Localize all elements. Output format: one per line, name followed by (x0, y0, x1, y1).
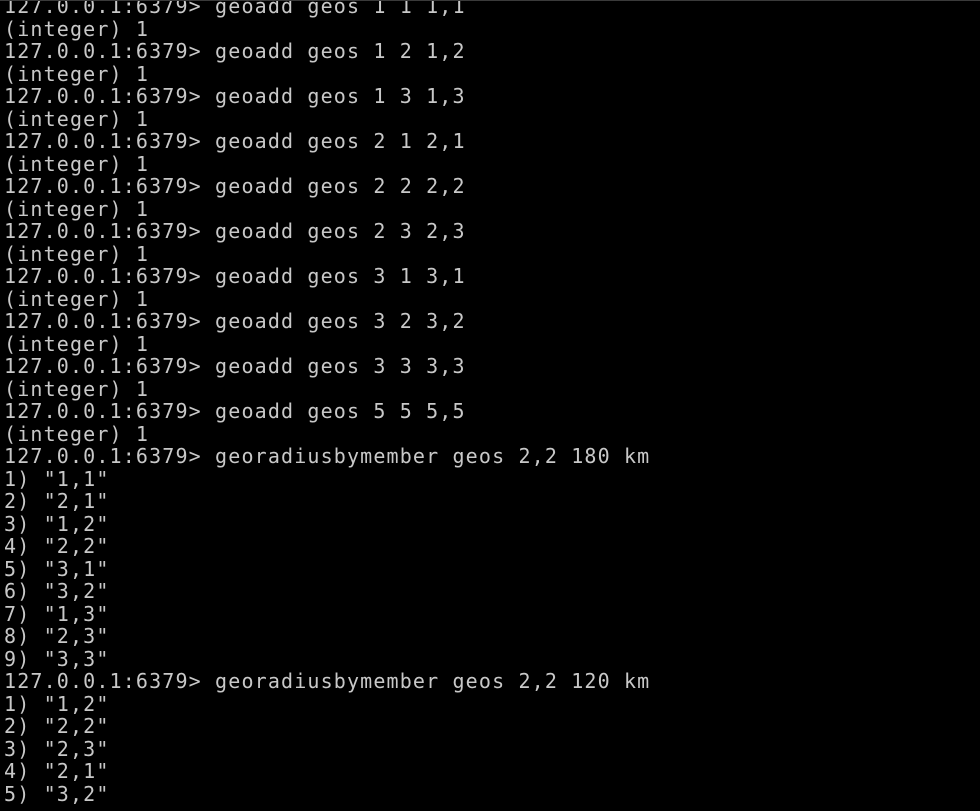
terminal-line: 5) "3,1" (4, 556, 110, 581)
terminal-line: (integer) 1 (4, 421, 150, 446)
terminal-line: 127.0.0.1:6379> geoadd geos 2 2 2,2 (4, 174, 466, 198)
terminal-line: 127.0.0.1:6379> geoadd geos 1 3 1,3 (4, 84, 466, 108)
terminal-line: 1) "1,1" (4, 466, 110, 491)
terminal-line: 5) "3,2" (4, 781, 110, 806)
terminal-line: (integer) 1 (4, 331, 150, 356)
terminal-line: (integer) 1 (4, 16, 150, 41)
terminal-line: 127.0.0.1:6379> geoadd geos 3 2 3,2 (4, 309, 466, 333)
terminal-line: 3) "2,3" (4, 736, 110, 761)
terminal-line: 127.0.0.1:6379> geoadd geos 3 3 3,3 (4, 354, 466, 378)
terminal-line: (integer) 1 (4, 241, 150, 266)
terminal-line: 127.0.0.1:6379> geoadd geos 1 2 1,2 (4, 39, 466, 63)
terminal-line: 127.0.0.1:6379> georadiusbymember geos 2… (4, 669, 651, 693)
terminal-line: 2) "2,1" (4, 489, 110, 513)
terminal-line: 127.0.0.1:6379> georadiusbymember geos 2… (4, 444, 651, 468)
terminal-line: 127.0.0.1:6379> geoadd geos 1 1 1,1 (4, 0, 466, 18)
terminal-line: 8) "2,3" (4, 624, 110, 648)
terminal-line: 4) "2,1" (4, 759, 110, 783)
terminal-line: 6) "3,2" (4, 579, 110, 603)
terminal-line: 1) "1,2" (4, 691, 110, 716)
terminal-line: 127.0.0.1:6379> geoadd geos 3 1 3,1 (4, 264, 466, 288)
terminal-line: 4) "2,2" (4, 534, 110, 558)
terminal-line: (integer) 1 (4, 151, 150, 176)
terminal-line: 127.0.0.1:6379> geoadd geos 2 1 2,1 (4, 129, 466, 153)
terminal-line: (integer) 1 (4, 376, 150, 401)
terminal-line: (integer) 1 (4, 106, 150, 131)
terminal-window[interactable]: 127.0.0.1:6379> geoadd geos 1 1 1,1 (int… (0, 0, 980, 811)
terminal-line: 3) "1,2" (4, 511, 110, 536)
terminal-line: (integer) 1 (4, 61, 150, 86)
terminal-line: 127.0.0.1:6379> geoadd geos 5 5 5,5 (4, 399, 466, 423)
terminal-line: 9) "3,3" (4, 646, 110, 671)
terminal-line: (integer) 1 (4, 196, 150, 221)
terminal-line: 7) "1,3" (4, 601, 110, 626)
terminal-line: 127.0.0.1:6379> geoadd geos 2 3 2,3 (4, 219, 466, 243)
terminal-line: 2) "2,2" (4, 714, 110, 738)
terminal-line: (integer) 1 (4, 286, 150, 311)
